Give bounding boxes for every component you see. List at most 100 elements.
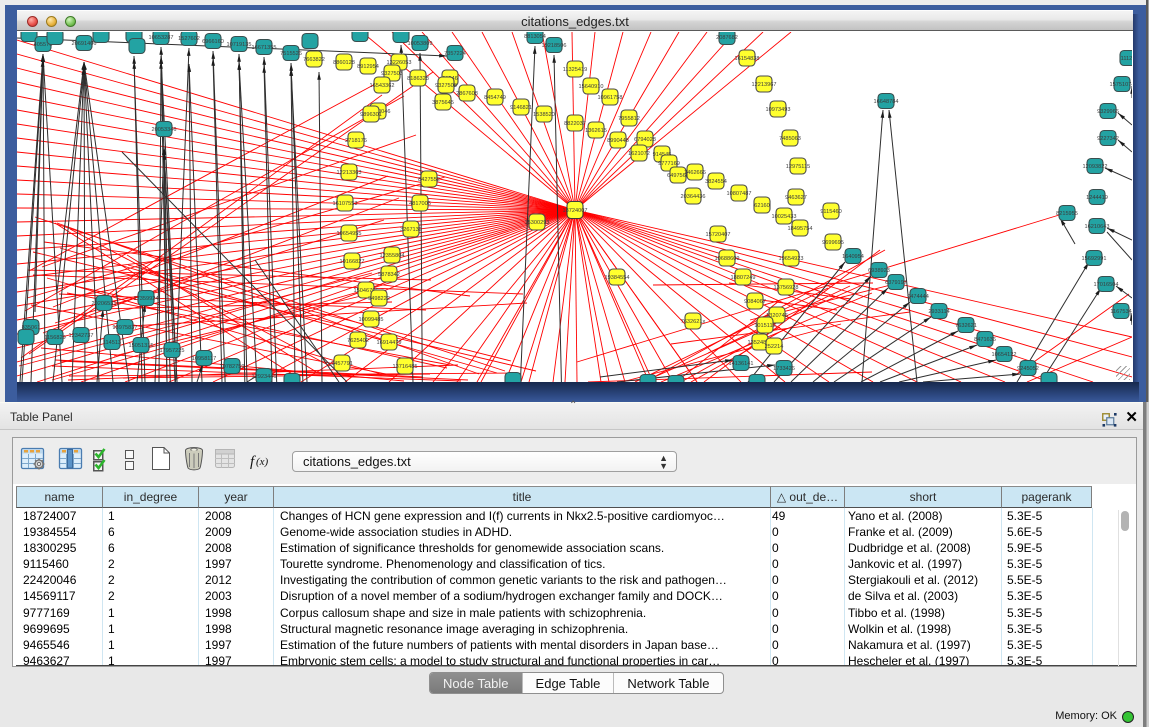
svg-text:9498222: 9498222 xyxy=(368,296,390,302)
svg-text:2867608: 2867608 xyxy=(456,91,478,97)
svg-text:7515526: 7515526 xyxy=(280,51,302,57)
svg-text:7485063: 7485063 xyxy=(779,136,801,142)
svg-text:8990448: 8990448 xyxy=(607,138,629,144)
svg-text:10654122: 10654122 xyxy=(992,352,1017,358)
svg-text:19166827: 19166827 xyxy=(340,259,365,265)
svg-text:18724007: 18724007 xyxy=(563,208,588,214)
svg-text:9329966: 9329966 xyxy=(1097,109,1119,115)
svg-text:62160: 62160 xyxy=(754,203,770,209)
svg-text:9777169: 9777169 xyxy=(658,161,680,167)
svg-text:9084067: 9084067 xyxy=(744,299,766,305)
svg-text:8813054: 8813054 xyxy=(524,34,546,40)
svg-text:9474444: 9474444 xyxy=(907,294,929,300)
svg-text:16914479: 16914479 xyxy=(377,340,402,346)
svg-text:1640954: 1640954 xyxy=(842,254,864,260)
svg-text:1156829: 1156829 xyxy=(44,335,65,341)
svg-text:10973493: 10973493 xyxy=(766,107,791,113)
svg-text:10653287: 10653287 xyxy=(149,35,174,41)
svg-text:20364436: 20364436 xyxy=(681,194,706,200)
svg-text:10025433: 10025433 xyxy=(772,214,797,220)
svg-text:9146821: 9146821 xyxy=(510,105,532,111)
svg-text:10782759: 10782759 xyxy=(220,364,245,370)
svg-text:(x): (x) xyxy=(256,456,269,468)
svg-text:7462666: 7462666 xyxy=(684,170,706,176)
svg-text:11325419: 11325419 xyxy=(563,67,587,73)
svg-text:12975115: 12975115 xyxy=(786,164,810,170)
svg-text:16107553: 16107553 xyxy=(333,201,358,207)
svg-text:8860128: 8860128 xyxy=(333,60,355,66)
svg-text:19654955: 19654955 xyxy=(337,231,362,237)
svg-text:8471636: 8471636 xyxy=(974,337,996,343)
svg-text:10961758: 10961758 xyxy=(598,95,623,101)
svg-text:7632621x: 7632621x xyxy=(681,319,706,325)
svg-text:15051315: 15051315 xyxy=(129,343,154,349)
svg-text:17359924: 17359924 xyxy=(134,296,159,302)
svg-text:10719135: 10719135 xyxy=(227,42,252,48)
svg-text:19654923: 19654923 xyxy=(779,256,804,262)
svg-text:12213967: 12213967 xyxy=(752,82,777,88)
svg-text:7632621: 7632621 xyxy=(955,323,977,329)
svg-text:1015112: 1015112 xyxy=(754,323,775,329)
svg-text:9115460: 9115460 xyxy=(820,209,841,215)
svg-text:1527602: 1527602 xyxy=(178,36,200,42)
svg-text:15692991: 15692991 xyxy=(1082,256,1107,262)
svg-text:13756928: 13756928 xyxy=(774,285,799,291)
svg-text:252214: 252214 xyxy=(765,344,784,350)
svg-text:1621072: 1621072 xyxy=(628,151,650,157)
svg-text:16210643: 16210643 xyxy=(1085,224,1110,230)
svg-text:114513: 114513 xyxy=(103,340,121,346)
svg-text:6966160: 6966160 xyxy=(202,39,224,45)
svg-text:7357224: 7357224 xyxy=(444,51,466,57)
svg-text:12355804: 12355804 xyxy=(380,253,405,259)
svg-text:1362615: 1362615 xyxy=(585,128,607,134)
svg-text:20206531: 20206531 xyxy=(92,301,117,307)
svg-text:10958117: 10958117 xyxy=(192,356,216,362)
svg-text:18495754: 18495754 xyxy=(788,226,813,232)
svg-text:18807249: 18807249 xyxy=(731,275,756,281)
svg-text:5878342: 5878342 xyxy=(378,272,400,278)
svg-text:93975837: 93975837 xyxy=(113,325,138,331)
svg-text:9245052: 9245052 xyxy=(1017,366,1039,372)
svg-text:7625402: 7625402 xyxy=(347,338,369,344)
svg-text:17957225: 17957225 xyxy=(160,348,185,354)
svg-text:8822037: 8822037 xyxy=(564,121,586,127)
svg-text:9457791: 9457791 xyxy=(331,361,353,367)
svg-text:1733426: 1733426 xyxy=(773,366,795,372)
svg-text:15300293: 15300293 xyxy=(525,220,550,226)
svg-text:9327508: 9327508 xyxy=(435,83,457,89)
svg-text:10053809: 10053809 xyxy=(408,41,433,47)
svg-text:19218506: 19218506 xyxy=(542,43,567,49)
svg-text:10807487: 10807487 xyxy=(727,191,752,197)
svg-text:2718176: 2718176 xyxy=(345,138,367,144)
svg-text:11123: 11123 xyxy=(1121,56,1132,62)
svg-text:6938923: 6938923 xyxy=(868,268,890,274)
svg-text:16154838: 16154838 xyxy=(735,56,760,62)
svg-text:9896301: 9896301 xyxy=(360,112,382,118)
svg-text:6794028: 6794028 xyxy=(634,137,656,143)
svg-text:8186328: 8186328 xyxy=(407,76,429,82)
svg-text:7955812: 7955812 xyxy=(618,116,640,122)
svg-text:13716485: 13716485 xyxy=(393,364,418,370)
svg-text:3824554: 3824554 xyxy=(705,179,727,185)
svg-text:8427552: 8427552 xyxy=(418,177,440,183)
svg-text:16671355: 16671355 xyxy=(252,45,277,51)
svg-text:12093822: 12093822 xyxy=(1083,164,1108,170)
svg-text:6379197: 6379197 xyxy=(885,280,907,286)
svg-text:8215955: 8215955 xyxy=(1056,211,1078,217)
svg-text:1167534: 1167534 xyxy=(1110,309,1131,315)
svg-text:19384554: 19384554 xyxy=(605,275,630,281)
svg-text:20053346: 20053346 xyxy=(152,127,177,133)
svg-text:2087682: 2087682 xyxy=(716,35,738,41)
svg-text:3267130: 3267130 xyxy=(400,227,422,233)
svg-text:12342737: 12342737 xyxy=(69,333,94,339)
svg-text:9463627: 9463627 xyxy=(785,195,807,201)
svg-text:10688609: 10688609 xyxy=(715,256,740,262)
svg-text:14136141: 14136141 xyxy=(729,361,754,367)
svg-text:10099485: 10099485 xyxy=(359,317,384,323)
svg-text:9327503: 9327503 xyxy=(381,71,403,77)
svg-text:2933114: 2933114 xyxy=(928,309,949,315)
svg-text:9699695: 9699695 xyxy=(822,240,844,246)
svg-text:8454749: 8454749 xyxy=(484,95,506,101)
svg-text:8912954: 8912954 xyxy=(357,64,379,70)
svg-text:12923446: 12923446 xyxy=(252,374,277,380)
